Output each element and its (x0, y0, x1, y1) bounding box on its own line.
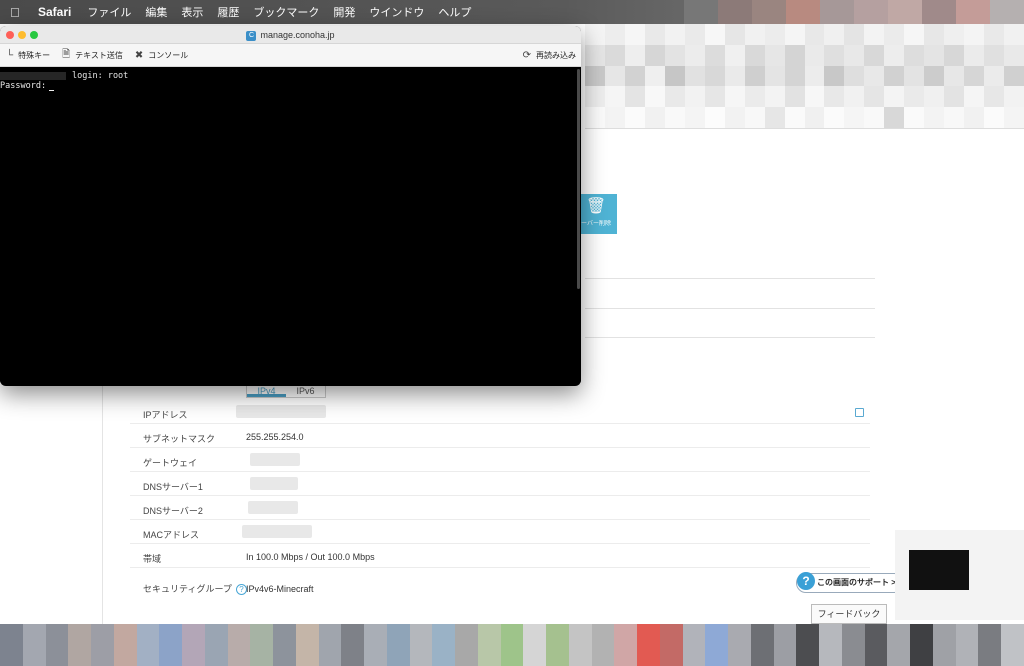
feedback-button[interactable]: フィードバック (811, 604, 887, 624)
question-icon: ? (797, 572, 815, 590)
zoom-window-button[interactable] (30, 31, 38, 39)
console-button[interactable]: ✖ コンソール (135, 50, 188, 61)
terminal-line: login: root (0, 71, 581, 81)
copy-icon[interactable] (855, 408, 864, 417)
divider (585, 308, 875, 309)
redacted-value (250, 453, 300, 466)
menu-bar:  Safari ファイル 編集 表示 履歴 ブックマーク 開発 ウインドウ ヘ… (0, 0, 1024, 24)
terminal-scrollbar[interactable] (577, 69, 580, 289)
close-window-button[interactable] (6, 31, 14, 39)
menu-bookmarks[interactable]: ブックマーク (253, 4, 319, 20)
keyboard-icon: └ (6, 49, 14, 61)
table-row: ゲートウェイ (130, 448, 870, 472)
redacted-value (250, 477, 298, 490)
table-row: セキュリティグループ? IPv4v6-Minecraft (143, 584, 314, 596)
table-row: サブネットマスク 255.255.254.0 (130, 424, 870, 448)
table-row: MACアドレス (130, 520, 870, 544)
menu-develop[interactable]: 開発 (333, 4, 355, 20)
text-cursor (49, 90, 55, 91)
divider (585, 337, 875, 338)
menu-help[interactable]: ヘルプ (438, 4, 471, 20)
table-row: IPアドレス (130, 400, 870, 424)
special-keys-button[interactable]: └ 特殊キー (6, 50, 50, 61)
trash-icon: 🗑 (585, 198, 607, 215)
header-divider (585, 128, 1024, 129)
menu-window[interactable]: ウインドウ (369, 4, 424, 20)
menu-edit[interactable]: 編集 (145, 4, 167, 20)
console-toolbar: └ 特殊キー 🗎 テキスト送信 ✖ コンソール ⟳ 再読み込み (0, 44, 581, 67)
tab-ipv4[interactable]: IPv4 (247, 386, 286, 397)
dock (0, 624, 1024, 666)
send-text-button[interactable]: 🗎 テキスト送信 (62, 47, 123, 64)
terminal-line: Password: (0, 81, 581, 91)
redacted-value (248, 501, 298, 514)
table-row: 帯域 In 100.0 Mbps / Out 100.0 Mbps (130, 544, 870, 568)
tab-ipv6[interactable]: IPv6 (286, 386, 325, 397)
menu-app-name[interactable]: Safari (38, 5, 71, 19)
menubar-status-area-blurred (684, 0, 1024, 24)
minimize-window-button[interactable] (18, 31, 26, 39)
menu-file[interactable]: ファイル (87, 4, 131, 20)
apple-icon[interactable]:  (10, 5, 24, 20)
terminal-screen[interactable]: login: root Password: (0, 67, 581, 385)
content-left-border (102, 384, 103, 624)
blurred-header (585, 24, 1024, 128)
menu-view[interactable]: 表示 (181, 4, 203, 20)
blurred-region (895, 530, 1024, 620)
delete-server-button[interactable]: 🗑 ーバー削除 (575, 194, 617, 234)
window-url: manage.conoha.jp (260, 30, 335, 40)
divider (585, 278, 875, 279)
ip-version-tabs: IPv4 IPv6 (246, 386, 326, 398)
reload-icon: ⟳ (522, 49, 531, 61)
reload-button[interactable]: ⟳ 再読み込み (523, 50, 576, 61)
tools-icon: ✖ (134, 49, 144, 61)
window-titlebar[interactable]: Cmanage.conoha.jp (0, 26, 581, 44)
table-row: DNSサーバー2 (130, 496, 870, 520)
document-icon: 🗎 (62, 48, 71, 60)
screen-support-button[interactable]: ? この画面のサポート > (796, 572, 904, 593)
table-row: DNSサーバー1 (130, 472, 870, 496)
redacted-value (242, 525, 312, 538)
menu-history[interactable]: 履歴 (217, 4, 239, 20)
site-favicon-icon: C (246, 30, 257, 41)
console-window: Cmanage.conoha.jp └ 特殊キー 🗎 テキスト送信 ✖ コンソー… (0, 26, 581, 386)
redacted-hostname (0, 71, 66, 80)
redacted-value (236, 405, 326, 418)
